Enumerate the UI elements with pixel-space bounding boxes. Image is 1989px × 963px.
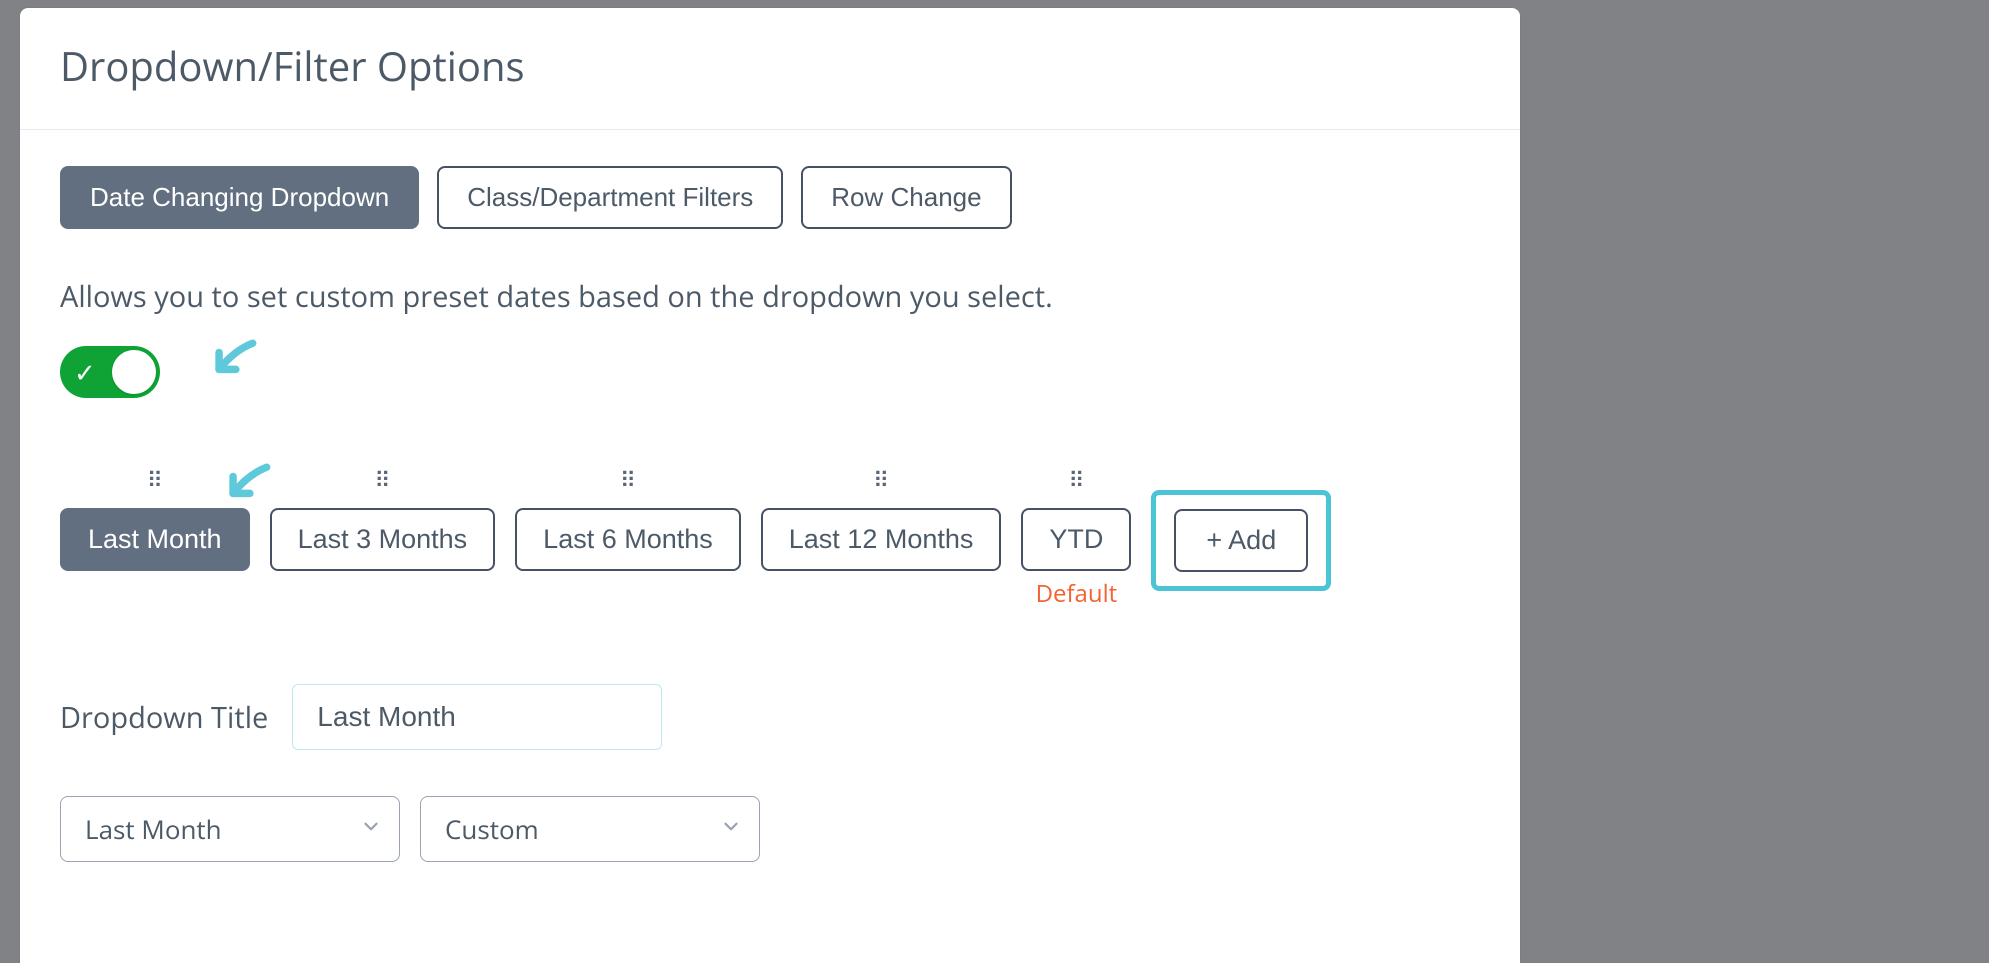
drag-handle-icon[interactable]: [147, 470, 163, 490]
chips-row: Last Month Last 3 Months Last 6 Months L…: [60, 470, 1480, 610]
add-chip-col: + Add: [1151, 470, 1331, 610]
modal-dropdown-filter-options: Dropdown/Filter Options Date Changing Dr…: [20, 8, 1520, 963]
enable-toggle[interactable]: ✓: [60, 346, 160, 398]
tab-date-changing-dropdown[interactable]: Date Changing Dropdown: [60, 166, 419, 229]
tab-row: Date Changing Dropdown Class/Department …: [60, 166, 1480, 229]
toggle-knob: [112, 350, 156, 394]
chip-default-caption: Default: [1036, 577, 1118, 610]
chip-last-3-months[interactable]: Last 3 Months: [270, 508, 496, 571]
chip-last-month[interactable]: Last Month: [60, 508, 250, 571]
annotation-arrow-icon: [206, 332, 262, 393]
modal-title: Dropdown/Filter Options: [60, 38, 1480, 93]
drag-handle-icon[interactable]: [873, 470, 889, 490]
chip-col-last-month: Last Month: [60, 470, 250, 610]
dropdown-title-input[interactable]: [292, 684, 662, 750]
select-wrap-2: Custom: [420, 796, 760, 862]
drag-handle-icon[interactable]: [1068, 470, 1084, 490]
drag-handle-icon[interactable]: [374, 470, 390, 490]
tab-class-department-filters[interactable]: Class/Department Filters: [437, 166, 783, 229]
chip-col-ytd: YTD Default: [1021, 470, 1131, 610]
tab-row-change[interactable]: Row Change: [801, 166, 1011, 229]
chip-col-last-3-months: Last 3 Months: [270, 470, 496, 610]
preset-select-1[interactable]: Last Month: [60, 796, 400, 862]
modal-body: Date Changing Dropdown Class/Department …: [20, 130, 1520, 862]
check-icon: ✓: [74, 359, 96, 385]
select-wrap-1: Last Month: [60, 796, 400, 862]
preset-select-2[interactable]: Custom: [420, 796, 760, 862]
chip-ytd[interactable]: YTD: [1021, 508, 1131, 571]
drag-handle-icon[interactable]: [620, 470, 636, 490]
date-chips-area: Last Month Last 3 Months Last 6 Months L…: [60, 470, 1480, 610]
dropdown-title-row: Dropdown Title: [60, 684, 1480, 750]
chip-last-12-months[interactable]: Last 12 Months: [761, 508, 1002, 571]
selects-row: Last Month Custom: [60, 796, 1480, 862]
chip-last-6-months[interactable]: Last 6 Months: [515, 508, 741, 571]
add-highlight-outline: + Add: [1151, 490, 1331, 591]
add-chip-button[interactable]: + Add: [1174, 509, 1308, 572]
dropdown-title-label: Dropdown Title: [60, 698, 268, 737]
chip-col-last-12-months: Last 12 Months: [761, 470, 1002, 610]
section-description: Allows you to set custom preset dates ba…: [60, 277, 1480, 316]
toggle-row: ✓: [60, 346, 1480, 412]
chip-col-last-6-months: Last 6 Months: [515, 470, 741, 610]
modal-header: Dropdown/Filter Options: [20, 8, 1520, 130]
